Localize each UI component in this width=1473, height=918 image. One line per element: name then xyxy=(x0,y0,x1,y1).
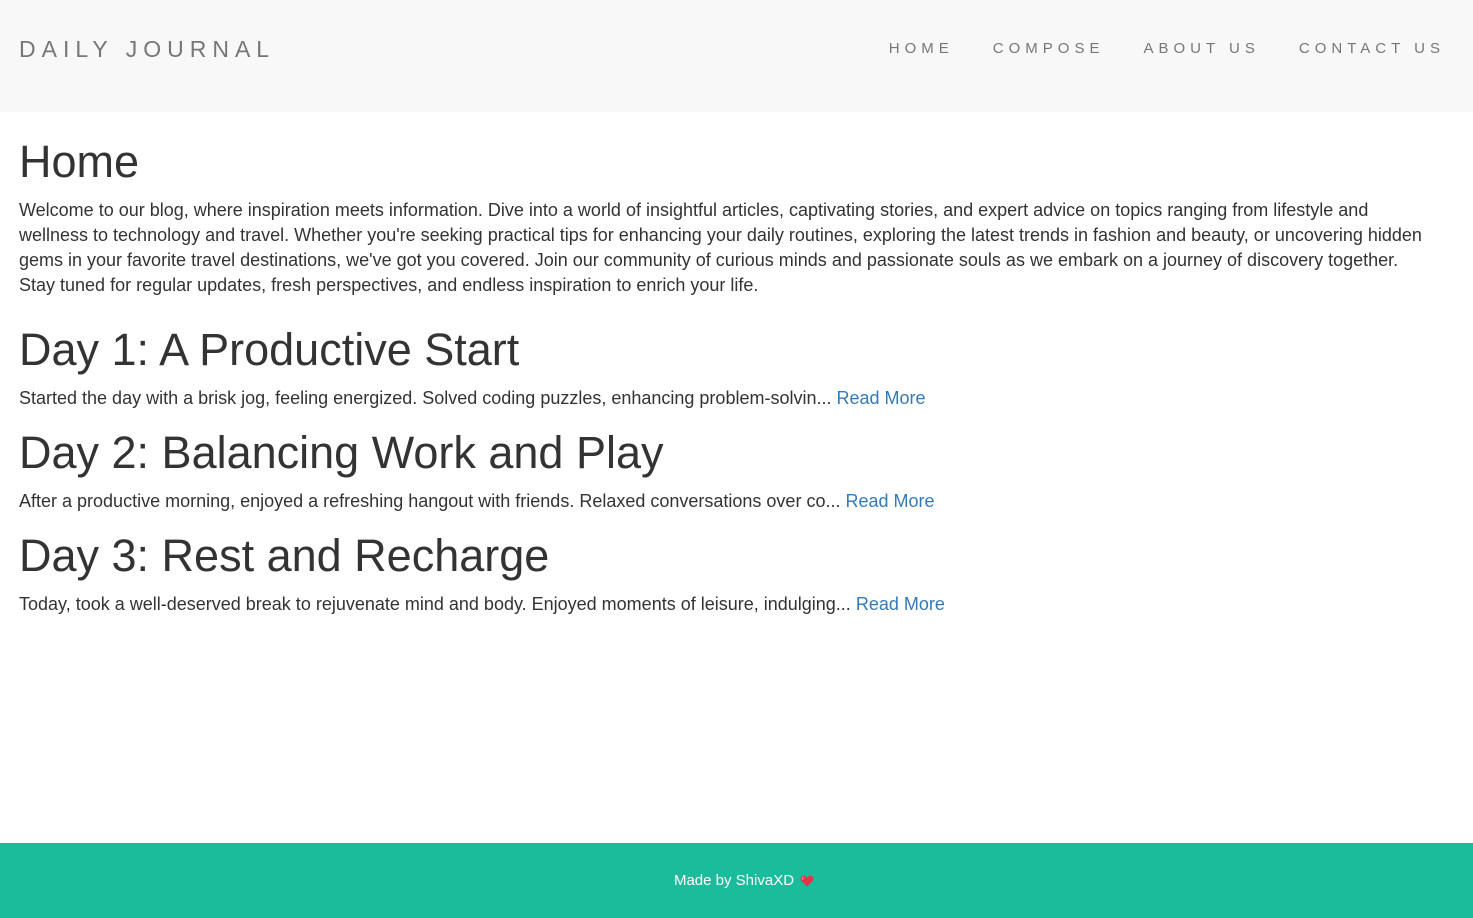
post-excerpt: Started the day with a brisk jog, feelin… xyxy=(19,386,1439,411)
nav-contact-link[interactable]: CONTACT US xyxy=(1299,40,1445,57)
post-title: Day 1: A Productive Start xyxy=(19,324,520,375)
nav-links: HOME COMPOSE ABOUT US CONTACT US xyxy=(889,40,1445,58)
post-excerpt: After a productive morning, enjoyed a re… xyxy=(19,489,1439,514)
heart-icon xyxy=(800,874,814,888)
post-2: Day 2: Balancing Work and Play After a p… xyxy=(19,427,1439,514)
nav-item-home: HOME xyxy=(889,40,954,58)
nav-item-compose: COMPOSE xyxy=(993,40,1105,58)
main-content: Home Welcome to our blog, where inspirat… xyxy=(19,136,1439,617)
page-title: Home xyxy=(19,136,140,187)
footer: Made by ShivaXD xyxy=(0,843,1473,918)
post-excerpt: Today, took a well-deserved break to rej… xyxy=(19,592,1439,617)
intro-paragraph: Welcome to our blog, where inspiration m… xyxy=(19,200,1422,295)
post-excerpt-text: Started the day with a brisk jog, feelin… xyxy=(19,388,832,408)
post-excerpt-text: After a productive morning, enjoyed a re… xyxy=(19,491,841,511)
read-more-link[interactable]: Read More xyxy=(845,491,934,511)
nav-compose-link[interactable]: COMPOSE xyxy=(993,40,1105,57)
post-title: Day 2: Balancing Work and Play xyxy=(19,427,664,478)
footer-text: Made by ShivaXD xyxy=(673,872,795,889)
brand-link[interactable]: DAILY JOURNAL xyxy=(19,36,275,62)
nav-item-about: ABOUT US xyxy=(1143,40,1259,58)
nav-item-contact: CONTACT US xyxy=(1299,40,1445,58)
post-1: Day 1: A Productive Start Started the da… xyxy=(19,324,1439,411)
footer-credit: Made by ShivaXD xyxy=(659,872,814,889)
post-3: Day 3: Rest and Recharge Today, took a w… xyxy=(19,530,1439,617)
nav-home-link[interactable]: HOME xyxy=(889,40,954,57)
read-more-link[interactable]: Read More xyxy=(837,388,926,408)
post-excerpt-text: Today, took a well-deserved break to rej… xyxy=(19,594,851,614)
navbar: DAILY JOURNAL HOME COMPOSE ABOUT US CONT… xyxy=(0,0,1473,112)
post-title: Day 3: Rest and Recharge xyxy=(19,530,550,581)
nav-about-link[interactable]: ABOUT US xyxy=(1143,40,1259,57)
read-more-link[interactable]: Read More xyxy=(856,594,945,614)
